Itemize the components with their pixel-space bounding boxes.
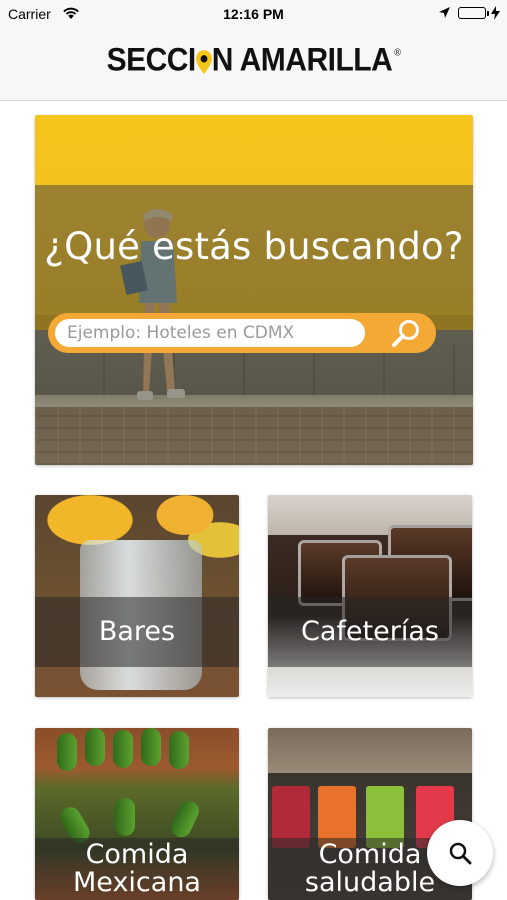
category-card-cafeterias[interactable]: Cafeterías <box>268 495 472 697</box>
logo-text-part2: N AMARILLA <box>211 42 393 79</box>
location-arrow-icon <box>438 6 451 22</box>
category-label: Comida Mexicana <box>73 839 201 898</box>
category-label: Cafeterías <box>301 616 439 647</box>
battery-icon <box>458 7 489 19</box>
logo-text-part1: SECCI <box>106 42 197 79</box>
category-label: Bares <box>98 616 176 647</box>
magnifier-icon <box>392 320 419 347</box>
floating-search-button[interactable] <box>427 820 493 886</box>
clock: 12:16 PM <box>223 6 284 22</box>
pepper-image <box>141 728 161 766</box>
search-button[interactable] <box>388 318 422 348</box>
hero-title: ¿Qué estás buscando? <box>44 225 464 268</box>
seccion-amarilla-logo[interactable]: SECCI N AMARILLA ® <box>0 43 507 80</box>
registered-mark: ® <box>394 46 401 58</box>
search-icon <box>449 842 472 865</box>
pepper-image <box>169 731 189 769</box>
pepper-image <box>113 730 133 768</box>
category-label: Comida saludable <box>304 839 436 898</box>
category-card-comida-mexicana[interactable]: Comida Mexicana <box>35 728 239 900</box>
logo-pin-icon <box>195 46 212 74</box>
category-label-band: Bares <box>35 597 239 667</box>
pepper-image <box>115 798 135 836</box>
search-input[interactable] <box>55 319 365 347</box>
pepper-image <box>167 797 203 841</box>
pepper-image <box>85 728 105 766</box>
category-card-bares[interactable]: Bares <box>35 495 239 697</box>
category-label-band: Cafeterías <box>268 597 472 667</box>
charging-bolt-icon <box>491 6 500 23</box>
status-bar: Carrier 12:16 PM <box>0 0 507 28</box>
hero-banner: ¿Qué estás buscando? <box>35 115 473 465</box>
category-label-band: Comida Mexicana <box>35 838 239 900</box>
app-header: SECCI N AMARILLA ® <box>0 28 507 101</box>
pepper-image <box>57 733 77 771</box>
search-bar <box>48 313 436 353</box>
